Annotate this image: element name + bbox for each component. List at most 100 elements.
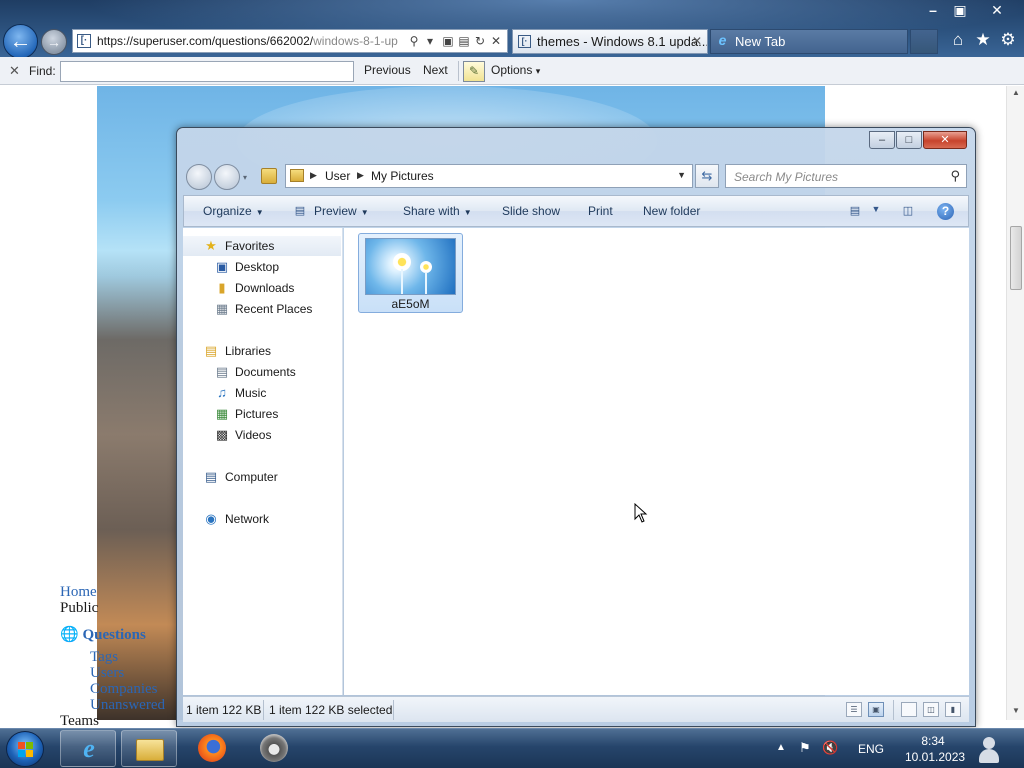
explorer-search-box[interactable]: Search My Pictures ⚲ — [725, 164, 967, 188]
status-selected: 1 item 122 KB selected — [269, 703, 393, 717]
nav-questions-link[interactable]: 🌐 Questions — [60, 625, 146, 644]
volume-muted-icon[interactable]: 🔇 — [822, 740, 838, 756]
page-scrollbar[interactable]: ▲ ▼ — [1006, 86, 1024, 720]
taskbar-explorer-button[interactable] — [121, 730, 177, 767]
print-button[interactable]: Print — [588, 204, 613, 218]
explorer-back-button[interactable] — [186, 164, 212, 190]
clock[interactable]: 8:34 10.01.2023 — [905, 733, 965, 765]
nav-desktop[interactable]: ▣ Desktop — [183, 257, 341, 277]
preview-button[interactable]: Preview ▼ — [314, 204, 369, 218]
explorer-command-bar: Organize ▼ ▤ Preview ▼ Share with ▼ Slide s… — [183, 195, 969, 227]
preview-pane-toggle-icon[interactable]: ▮ — [945, 702, 961, 717]
ie-icon: e — [718, 32, 727, 48]
address-bar[interactable]: [· https://superuser.com/questions/66200… — [72, 29, 508, 53]
videos-icon: ▩ — [215, 427, 229, 442]
file-list[interactable]: aE5oM — [344, 228, 969, 695]
slide-show-button[interactable]: Slide show — [502, 204, 560, 218]
scroll-thumb[interactable] — [1010, 226, 1022, 290]
star-icon[interactable]: ★ — [973, 30, 993, 50]
folder-up-icon[interactable] — [261, 168, 277, 184]
tab-new[interactable]: e New Tab — [710, 29, 908, 54]
refresh-icon[interactable]: ↻ — [473, 33, 487, 49]
refresh-button[interactable]: ⇆ — [695, 164, 719, 188]
action-center-icon[interactable]: ⚑ — [797, 740, 813, 756]
address-url[interactable]: https://superuser.com/questions/662002/w… — [97, 34, 403, 48]
search-icon[interactable]: ⚲ — [950, 168, 960, 184]
tab-title: themes - Windows 8.1 upda... — [537, 34, 708, 49]
split-pane-icon[interactable]: ◫ — [923, 702, 939, 717]
large-icons-view-icon[interactable]: ▣ — [868, 702, 884, 717]
clock-time: 8:34 — [921, 734, 945, 748]
nav-music[interactable]: ♫ Music — [183, 383, 341, 403]
back-button[interactable]: ← — [3, 24, 38, 59]
close-tab-icon[interactable]: ✕ — [692, 30, 702, 53]
folder-icon — [290, 169, 304, 182]
breadcrumb-my-pictures[interactable]: My Pictures — [371, 169, 434, 183]
explorer-address-bar[interactable]: ▶ User ▶ My Pictures ▼ — [285, 164, 693, 188]
lock-icon[interactable]: ▣ — [441, 33, 455, 49]
show-hidden-icons-icon[interactable]: ▲ — [776, 742, 786, 753]
explorer-maximize-button[interactable]: □ — [896, 131, 922, 149]
explorer-forward-button[interactable] — [214, 164, 240, 190]
forward-button[interactable]: → — [41, 29, 67, 55]
nav-network[interactable]: ◉ Network — [183, 509, 341, 529]
help-icon[interactable]: ? — [937, 203, 954, 220]
organize-button[interactable]: Organize ▼ — [203, 204, 264, 218]
maximize-button[interactable]: ▣ — [947, 0, 973, 20]
image-thumbnail — [365, 238, 456, 295]
taskbar-firefox-button[interactable] — [184, 730, 240, 767]
nav-videos[interactable]: ▩ Videos — [183, 425, 341, 445]
navigation-pane: ★ Favorites ▣ Desktop ▮ Downloads ▦ Rece… — [183, 228, 343, 695]
preview-pane-icon[interactable]: ◫ — [900, 204, 916, 218]
recent-pages-dropdown[interactable]: ▾ — [243, 173, 247, 182]
details-view-icon[interactable]: ☰ — [846, 702, 862, 717]
nav-downloads[interactable]: ▮ Downloads — [183, 278, 341, 298]
options-button[interactable]: Options ▾ — [491, 63, 540, 77]
taskbar-ie-button[interactable]: e — [60, 730, 116, 767]
explorer-close-button[interactable]: ✕ — [923, 131, 967, 149]
new-folder-button[interactable]: New folder — [643, 204, 700, 218]
status-bar: 1 item 122 KB 1 item 122 KB selected ☰ ▣… — [183, 696, 969, 722]
user-avatar-icon[interactable] — [974, 731, 1004, 767]
new-tab-button[interactable] — [910, 29, 938, 54]
start-button[interactable] — [6, 731, 44, 767]
nav-tags-link[interactable]: Tags — [90, 649, 118, 666]
minimize-button[interactable]: – — [920, 0, 946, 20]
highlight-icon[interactable]: ✎ — [463, 61, 485, 82]
nav-libraries[interactable]: ▤ Libraries — [183, 341, 341, 361]
find-input[interactable] — [60, 61, 354, 82]
pictures-icon: ▦ — [215, 406, 229, 421]
taskbar-app-button[interactable] — [246, 730, 302, 767]
explorer-minimize-button[interactable]: – — [869, 131, 895, 149]
nav-companies-link[interactable]: Companies — [90, 681, 158, 698]
share-with-button[interactable]: Share with ▼ — [403, 204, 472, 218]
view-dropdown-icon[interactable]: ▼ — [868, 204, 884, 218]
desktop-icon: ▣ — [215, 259, 229, 274]
search-icon[interactable]: ⚲ — [407, 33, 421, 49]
nav-unanswered-link[interactable]: Unanswered — [90, 697, 165, 714]
single-pane-icon[interactable] — [901, 702, 917, 717]
nav-recent-places[interactable]: ▦ Recent Places — [183, 299, 341, 319]
previous-button[interactable]: Previous — [364, 63, 411, 77]
dropdown-arrow-icon[interactable]: ▾ — [423, 33, 437, 49]
breadcrumb-user[interactable]: User — [325, 169, 350, 183]
address-dropdown-icon[interactable]: ▼ — [677, 170, 686, 180]
nav-favorites[interactable]: ★ Favorites — [183, 236, 341, 256]
search-placeholder: Search My Pictures — [734, 170, 839, 184]
close-find-icon[interactable]: ✕ — [9, 63, 20, 79]
file-item[interactable]: aE5oM — [358, 233, 463, 313]
nav-documents[interactable]: ▤ Documents — [183, 362, 341, 382]
nav-users-link[interactable]: Users — [90, 665, 124, 682]
close-window-button[interactable]: ✕ — [984, 0, 1010, 20]
tab-themes[interactable]: [· themes - Windows 8.1 upda... ✕ — [512, 29, 708, 54]
language-indicator[interactable]: ENG — [858, 742, 884, 756]
nav-home-link[interactable]: Home — [60, 584, 97, 601]
change-view-icon[interactable]: ▤ — [847, 204, 863, 218]
compatibility-icon[interactable]: ▤ — [457, 33, 471, 49]
next-button[interactable]: Next — [423, 63, 448, 77]
gear-icon[interactable]: ⚙ — [998, 30, 1018, 50]
nav-computer[interactable]: ▤ Computer — [183, 467, 341, 487]
stop-icon[interactable]: ✕ — [489, 33, 503, 49]
home-icon[interactable]: ⌂ — [948, 30, 968, 50]
nav-pictures[interactable]: ▦ Pictures — [183, 404, 341, 424]
